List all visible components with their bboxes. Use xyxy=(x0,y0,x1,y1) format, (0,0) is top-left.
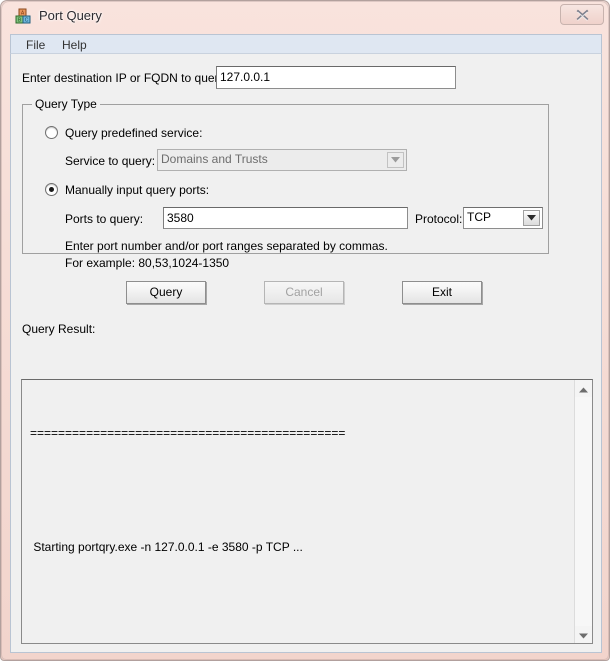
query-result-panel: ========================================… xyxy=(21,379,593,644)
query-type-legend: Query Type xyxy=(32,97,100,111)
titlebar[interactable]: A B C Port Query xyxy=(1,1,610,32)
menu-help[interactable]: Help xyxy=(56,37,93,53)
scrollbar-up-button[interactable] xyxy=(575,380,592,397)
query-button[interactable]: Query xyxy=(126,281,206,304)
radio-manually-input-query-ports[interactable] xyxy=(45,183,58,196)
ports-to-query-input[interactable]: 3580 xyxy=(163,207,408,229)
radio-manually-input-query-ports-label: Manually input query ports: xyxy=(65,183,210,197)
ports-hint-line-2: For example: 80,53,1024-1350 xyxy=(65,256,230,270)
chevron-down-icon xyxy=(523,210,540,226)
service-to-query-combobox[interactable]: Domains and Trusts xyxy=(157,149,407,171)
protocol-value: TCP xyxy=(467,210,491,224)
scrollbar-down-button[interactable] xyxy=(575,626,592,643)
exit-button[interactable]: Exit xyxy=(402,281,482,304)
blocks-icon: A B C xyxy=(15,8,32,25)
ports-hint-line-1: Enter port number and/or port ranges sep… xyxy=(65,239,388,253)
result-line-1: ========================================… xyxy=(30,426,346,440)
destination-input[interactable]: 127.0.0.1 xyxy=(216,66,456,89)
caret-up-icon xyxy=(579,382,588,396)
query-type-groupbox: Query Type Query predefined service: Ser… xyxy=(22,97,549,270)
destination-label: Enter destination IP or FQDN to query: xyxy=(22,71,228,85)
protocol-label: Protocol: xyxy=(415,212,463,226)
caret-down-icon xyxy=(579,628,588,642)
protocol-combobox[interactable]: TCP xyxy=(463,207,543,229)
client-area: Enter destination IP or FQDN to query: 1… xyxy=(10,53,602,653)
chevron-down-icon xyxy=(387,152,404,168)
result-line-2: Starting portqry.exe -n 127.0.0.1 -e 358… xyxy=(30,540,303,554)
scrollbar-track[interactable] xyxy=(575,397,592,626)
service-to-query-label: Service to query: xyxy=(65,154,156,168)
result-scrollbar[interactable] xyxy=(574,380,592,643)
result-line-blank-1 xyxy=(30,481,568,500)
cancel-button: Cancel xyxy=(264,281,344,304)
port-query-window: A B C Port Query File Help Enter destina… xyxy=(0,0,610,661)
close-button[interactable] xyxy=(560,4,604,25)
radio-query-predefined-service-label: Query predefined service: xyxy=(65,126,203,140)
close-icon xyxy=(576,9,589,21)
menubar: File Help xyxy=(10,34,602,53)
service-to-query-value: Domains and Trusts xyxy=(161,152,268,166)
query-result-text[interactable]: ========================================… xyxy=(22,380,574,643)
window-title: Port Query xyxy=(39,8,102,23)
svg-text:C: C xyxy=(25,18,29,24)
ports-to-query-label: Ports to query: xyxy=(65,212,144,226)
menu-file[interactable]: File xyxy=(20,37,51,53)
query-result-label: Query Result: xyxy=(22,322,96,336)
result-line-blank-2 xyxy=(30,595,568,614)
radio-query-predefined-service[interactable] xyxy=(45,126,58,139)
